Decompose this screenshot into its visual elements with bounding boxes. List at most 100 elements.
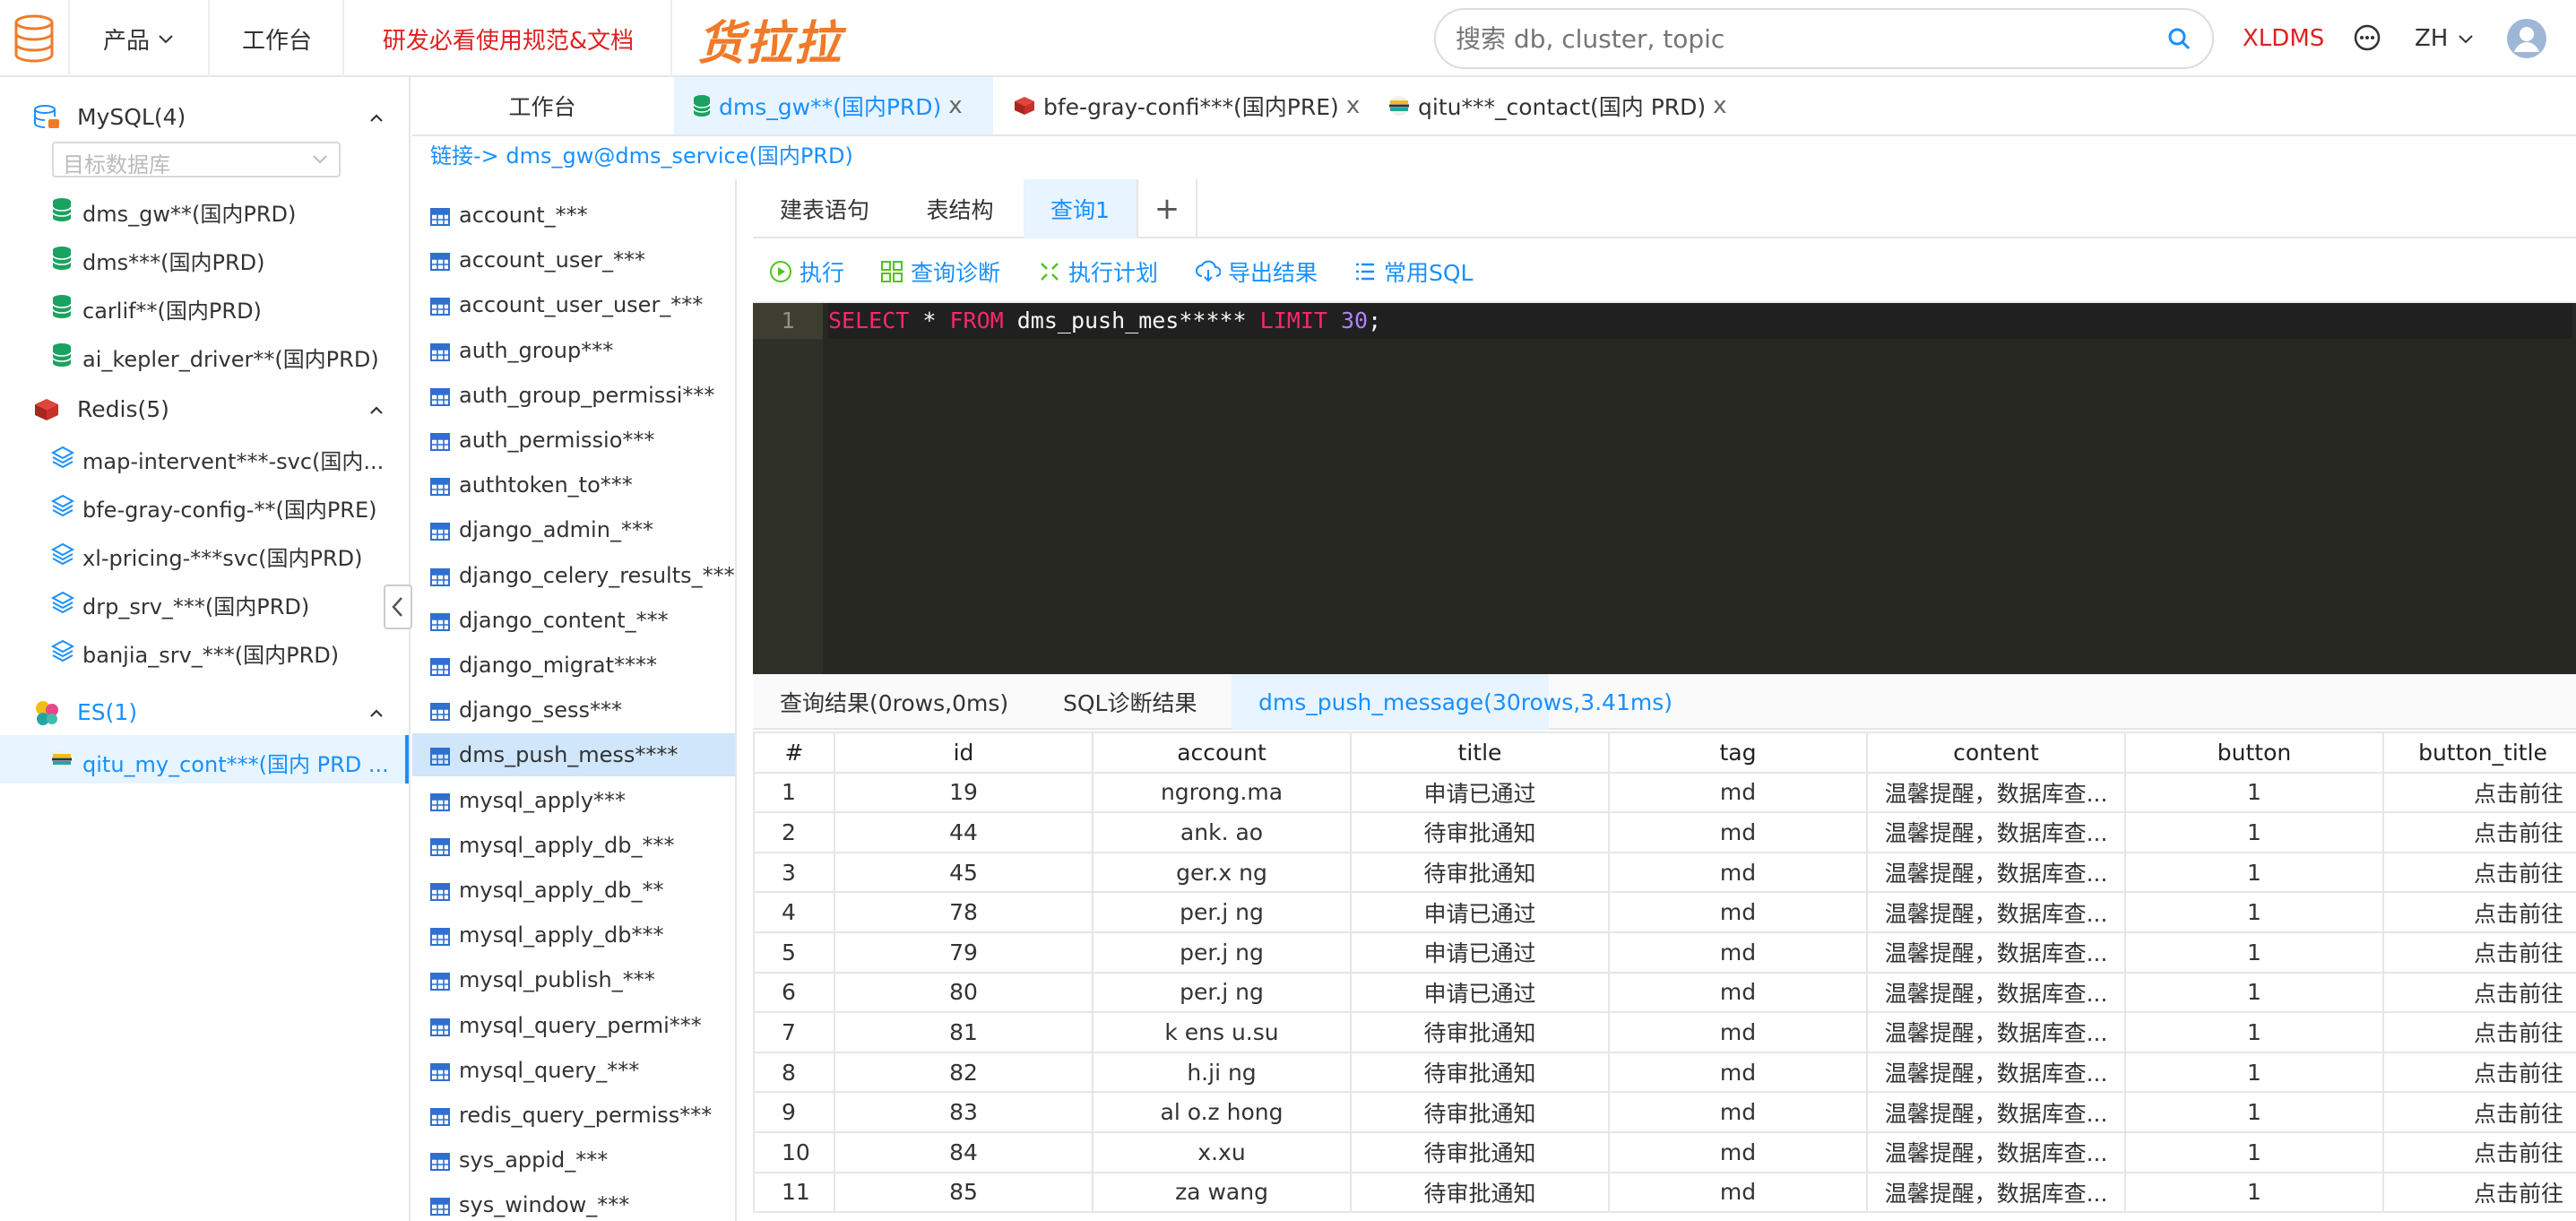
table-cell[interactable]: md — [1608, 891, 1868, 933]
table-cell[interactable]: 温馨提醒，数据库查... — [1866, 811, 2126, 853]
table-list-item[interactable]: django_content_*** — [412, 599, 735, 642]
column-header[interactable]: tag — [1608, 732, 1868, 774]
table-list-item[interactable]: account_*** — [412, 194, 735, 237]
table-cell[interactable]: za wang — [1092, 1171, 1352, 1214]
table-cell[interactable]: 1 — [2124, 811, 2384, 853]
group-redis[interactable]: Redis(5) — [0, 385, 409, 434]
table-list-item[interactable]: mysql_publish_*** — [412, 958, 735, 1001]
table-cell[interactable]: per.j ng — [1092, 891, 1352, 933]
language-select[interactable]: ZH — [2415, 0, 2477, 77]
table-cell[interactable]: ger.x ng — [1092, 851, 1352, 894]
datasource-item[interactable]: dms***(国内PRD) — [0, 233, 409, 281]
datasource-item[interactable]: drp_srv_***(国内PRD) — [0, 577, 409, 626]
result-tab-diagnose[interactable]: SQL诊断结果 — [1063, 674, 1197, 730]
table-cell[interactable]: x.xu — [1092, 1130, 1352, 1173]
table-cell[interactable]: al o.z hong — [1092, 1091, 1352, 1133]
table-cell[interactable]: 8 — [753, 1051, 835, 1094]
table-row[interactable]: 5 79 per.j ng 申请已通过 md 温馨提醒，数据库查... 1 点击前往 — [753, 931, 2576, 974]
tab-dms-gw[interactable]: dms_gw**(国内PRD) x — [674, 77, 993, 134]
table-cell[interactable]: 温馨提醒，数据库查... — [1866, 1171, 2126, 1214]
table-list-item[interactable]: sys_window_*** — [412, 1183, 735, 1221]
table-cell[interactable]: per.j ng — [1092, 971, 1352, 1014]
table-cell[interactable]: md — [1608, 931, 1868, 974]
table-cell[interactable]: 85 — [834, 1171, 1094, 1214]
table-cell[interactable]: 44 — [834, 811, 1094, 853]
subtab-ddl[interactable]: 建表语句 — [753, 179, 896, 238]
table-cell[interactable]: md — [1608, 971, 1868, 1014]
search-icon[interactable] — [2165, 25, 2192, 52]
group-mysql[interactable]: MySQL(4) — [0, 93, 409, 142]
table-list-item[interactable]: auth_permissio*** — [412, 419, 735, 462]
table-list-item[interactable]: mysql_apply*** — [412, 779, 735, 822]
table-cell[interactable]: 1 — [753, 771, 835, 814]
table-row[interactable]: 11 85 za wang 待审批通知 md 温馨提醒，数据库查... 1 点击前往 — [753, 1171, 2576, 1214]
datasource-item[interactable]: bfe-gray-config-**(国内PRE) — [0, 481, 409, 529]
table-row[interactable]: 9 83 al o.z hong 待审批通知 md 温馨提醒，数据库查... 1 点击前往 — [753, 1091, 2576, 1133]
table-row[interactable]: 1 19 ngrong.ma 申请已通过 md 温馨提醒，数据库查... 1 点击前往 — [753, 771, 2576, 814]
table-cell[interactable]: 温馨提醒，数据库查... — [1866, 1091, 2126, 1133]
table-cell[interactable]: 78 — [834, 891, 1094, 933]
table-row[interactable]: 4 78 per.j ng 申请已通过 md 温馨提醒，数据库查... 1 点击前往 — [753, 891, 2576, 933]
breadcrumb[interactable]: 链接-> dms_gw@dms_service(国内PRD) — [430, 138, 853, 169]
table-cell[interactable]: 温馨提醒，数据库查... — [1866, 931, 2126, 974]
tab-qitu[interactable]: qitu***_contact(国内 PRD) x — [1375, 77, 1760, 134]
table-cell[interactable]: 点击前往 — [2382, 1130, 2576, 1173]
table-cell[interactable]: 温馨提醒，数据库查... — [1866, 1051, 2126, 1094]
table-list-item[interactable]: auth_group*** — [412, 329, 735, 372]
table-list-item[interactable]: authtoken_to*** — [412, 463, 735, 507]
add-tab-button[interactable]: + — [1137, 179, 1197, 238]
datasource-item[interactable]: ai_kepler_driver**(国内PRD) — [0, 330, 409, 378]
table-list-item[interactable]: account_user_user_*** — [412, 283, 735, 326]
table-cell[interactable]: 5 — [753, 931, 835, 974]
datasource-item[interactable]: dms_gw**(国内PRD) — [0, 185, 409, 233]
table-cell[interactable]: 1 — [2124, 771, 2384, 814]
column-header[interactable]: # — [753, 732, 835, 774]
table-cell[interactable]: 79 — [834, 931, 1094, 974]
table-cell[interactable]: 83 — [834, 1091, 1094, 1133]
table-cell[interactable]: 申请已通过 — [1350, 971, 1610, 1014]
message-button[interactable] — [2352, 0, 2382, 77]
table-cell[interactable]: md — [1608, 851, 1868, 894]
table-cell[interactable]: 点击前往 — [2382, 891, 2576, 933]
table-cell[interactable]: 申请已通过 — [1350, 771, 1610, 814]
table-list-item[interactable]: auth_group_permissi*** — [412, 374, 735, 417]
app-logo[interactable] — [0, 0, 70, 77]
column-header[interactable]: title — [1350, 732, 1610, 774]
table-cell[interactable]: 点击前往 — [2382, 1011, 2576, 1053]
table-cell[interactable]: 申请已通过 — [1350, 931, 1610, 974]
table-cell[interactable]: md — [1608, 1171, 1868, 1214]
table-cell[interactable]: 1 — [2124, 891, 2384, 933]
table-cell[interactable]: 6 — [753, 971, 835, 1014]
table-list-item[interactable]: account_user_*** — [412, 238, 735, 281]
table-cell[interactable]: md — [1608, 1130, 1868, 1173]
table-cell[interactable]: md — [1608, 1091, 1868, 1133]
table-cell[interactable]: 1 — [2124, 1091, 2384, 1133]
target-db-select[interactable]: 目标数据库 — [52, 142, 341, 178]
table-cell[interactable]: md — [1608, 1051, 1868, 1094]
nav-workbench[interactable]: 工作台 — [212, 0, 344, 77]
search-input[interactable] — [1456, 23, 2165, 54]
table-cell[interactable]: 温馨提醒，数据库查... — [1866, 1130, 2126, 1173]
table-cell[interactable]: 点击前往 — [2382, 971, 2576, 1014]
export-button[interactable]: 导出结果 — [1196, 256, 1318, 287]
table-cell[interactable]: 81 — [834, 1011, 1094, 1053]
table-cell[interactable]: ank. ao — [1092, 811, 1352, 853]
close-icon[interactable]: x — [1713, 92, 1726, 119]
search-box[interactable] — [1434, 8, 2214, 69]
table-cell[interactable]: 温馨提醒，数据库查... — [1866, 971, 2126, 1014]
datasource-item[interactable]: banjia_srv_***(国内PRD) — [0, 626, 409, 674]
column-header[interactable]: account — [1092, 732, 1352, 774]
table-cell[interactable]: 45 — [834, 851, 1094, 894]
table-cell[interactable]: 点击前往 — [2382, 771, 2576, 814]
table-row[interactable]: 7 81 k ens u.su 待审批通知 md 温馨提醒，数据库查... 1 点击前往 — [753, 1011, 2576, 1053]
table-cell[interactable]: 1 — [2124, 1011, 2384, 1053]
table-cell[interactable]: 待审批通知 — [1350, 811, 1610, 853]
table-cell[interactable]: 7 — [753, 1011, 835, 1053]
table-cell[interactable]: 9 — [753, 1091, 835, 1133]
subtab-query1[interactable]: 查询1 — [1024, 179, 1137, 238]
table-cell[interactable]: h.ji ng — [1092, 1051, 1352, 1094]
table-cell[interactable]: 温馨提醒，数据库查... — [1866, 1011, 2126, 1053]
table-cell[interactable]: 待审批通知 — [1350, 1171, 1610, 1214]
table-cell[interactable]: 点击前往 — [2382, 811, 2576, 853]
subtab-structure[interactable]: 表结构 — [896, 179, 1024, 238]
